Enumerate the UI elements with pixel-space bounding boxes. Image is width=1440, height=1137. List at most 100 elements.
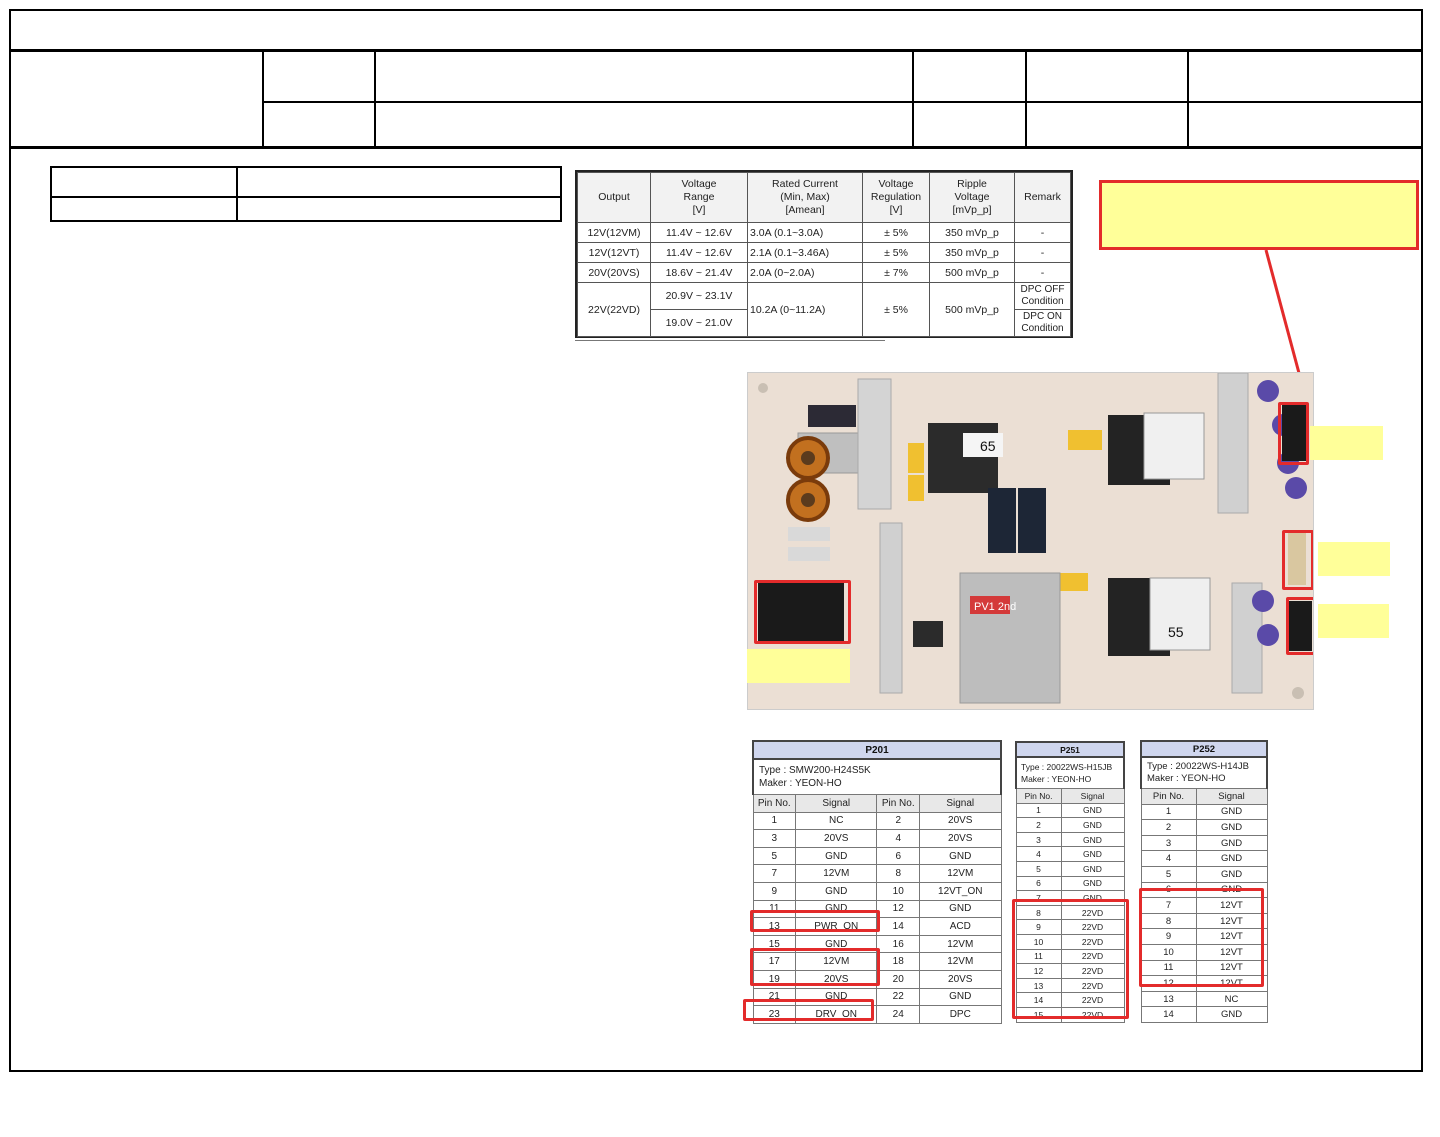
p201-cell: 4 <box>876 829 921 848</box>
p252-cell: GND <box>1195 850 1268 867</box>
spec-cell: 500 mVp_p <box>929 262 1015 283</box>
p251-cell: 4 <box>1015 846 1062 862</box>
spec-cell: DPC ON Condition <box>1014 309 1071 337</box>
header-divider-bottom <box>9 146 1423 149</box>
p201-cell: 12VT_ON <box>919 881 1002 901</box>
spec-cell: 11.4V ~ 12.6V <box>650 222 748 243</box>
p201-cell: 1 <box>752 811 797 831</box>
header-col-1 <box>262 51 264 147</box>
p251-row: 1 GND <box>1015 802 1125 819</box>
p252-cell: 3 <box>1140 834 1197 852</box>
p251-cell: 6 <box>1015 875 1062 892</box>
p251-row: 4 GND <box>1015 846 1125 862</box>
p201-cell: ACD <box>919 917 1002 936</box>
highlight-power-input <box>754 580 851 644</box>
p251-cell: GND <box>1060 846 1125 862</box>
p201-cell: GND <box>795 846 878 866</box>
spec-cell: 10.2A (0~11.2A) <box>747 282 863 337</box>
label-box-input <box>747 649 850 683</box>
p252-type: Type : 20022WS-H14JB <box>1147 761 1249 772</box>
p251-title: P251 <box>1015 741 1125 758</box>
p252-title: P252 <box>1140 740 1268 758</box>
spec-cell: 11.4V ~ 12.6V <box>650 242 748 263</box>
p251-cell: 2 <box>1015 817 1062 833</box>
p201-cell: 6 <box>876 846 921 866</box>
p252-cell: GND <box>1195 1006 1268 1023</box>
spec-cell: - <box>1014 242 1071 263</box>
p251-info: Type : 20022WS-H15JB Maker : YEON-HO <box>1015 756 1125 789</box>
p251-row: 3 GND <box>1015 831 1125 848</box>
p251-row: 2 GND <box>1015 817 1125 833</box>
p201-cell: 12VM <box>919 864 1002 883</box>
p252-row: 14 GND <box>1140 1006 1268 1023</box>
p251-cell: 5 <box>1015 860 1062 877</box>
highlight-connector-bottom <box>1286 597 1313 655</box>
p252-row: 2 GND <box>1140 819 1268 836</box>
p201-row: 9 GND 10 12VT_ON <box>752 881 1002 901</box>
p251-cell: GND <box>1060 860 1125 877</box>
p201-col-signal: Signal <box>919 794 1002 813</box>
header-divider-mid <box>262 101 1423 103</box>
spec-cell: 350 mVp_p <box>929 222 1015 243</box>
spec-row: 20V(20VS) 18.6V ~ 21.4V 2.0A (0~2.0A) ± … <box>577 262 1071 283</box>
highlight-pwr-on <box>750 910 880 932</box>
board-label-65: 65 <box>980 438 996 454</box>
spec-header-current: Rated Current (Min, Max) [Amean] <box>747 172 863 223</box>
p251-cell: 3 <box>1015 831 1062 848</box>
spec-cell: 500 mVp_p <box>929 282 1015 337</box>
spec-cell: - <box>1014 262 1071 283</box>
p252-col-pin: Pin No. <box>1140 788 1197 805</box>
p201-col-signal: Signal <box>795 794 878 813</box>
board-label-pv: PV1 2nd <box>974 601 1016 613</box>
p252-cell: GND <box>1195 803 1268 821</box>
highlight-drv-on <box>743 999 874 1021</box>
p201-cell: 12VM <box>795 864 878 883</box>
p201-cell: GND <box>919 846 1002 866</box>
p201-cell: NC <box>795 811 878 831</box>
p201-cell: 20VS <box>919 969 1002 989</box>
p201-cell: DPC <box>919 1005 1002 1024</box>
spec-cell: - <box>1014 222 1071 243</box>
spec-cell: ± 5% <box>862 282 930 337</box>
highlight-connector-mid <box>1282 530 1313 590</box>
spec-cell: 2.1A (0.1~3.46A) <box>747 242 863 263</box>
spec-underline <box>575 340 885 341</box>
p201-cell: GND <box>919 899 1002 919</box>
p251-type: Type : 20022WS-H15JB <box>1021 762 1113 772</box>
p201-col-pin: Pin No. <box>876 794 921 813</box>
p252-cell: NC <box>1195 990 1268 1008</box>
spec-cell: ± 7% <box>862 262 930 283</box>
p201-cell: 7 <box>752 864 797 883</box>
p252-cell: GND <box>1195 819 1268 836</box>
label-box-top <box>1310 426 1383 460</box>
p252-row: 5 GND <box>1140 865 1268 883</box>
spec-cell: 18.6V ~ 21.4V <box>650 262 748 283</box>
p201-maker: Maker : YEON-HO <box>759 778 842 789</box>
spec-cell: DPC OFF Condition <box>1014 282 1071 310</box>
spec-row: 12V(12VT) 11.4V ~ 12.6V 2.1A (0.1~3.46A)… <box>577 242 1071 263</box>
spec-cell: 12V(12VT) <box>577 242 651 263</box>
spec-cell: ± 5% <box>862 222 930 243</box>
p201-cell: 20VS <box>919 829 1002 848</box>
p252-info: Type : 20022WS-H14JB Maker : YEON-HO <box>1140 756 1268 789</box>
label-box-bottom <box>1318 604 1389 638</box>
spec-cell: 22V(22VD) <box>577 282 651 337</box>
p201-cell: 18 <box>876 952 921 971</box>
highlight-22vd <box>1012 899 1129 1019</box>
spec-cell: 2.0A (0~2.0A) <box>747 262 863 283</box>
p201-cell: 20 <box>876 969 921 989</box>
highlight-12vm-20vs <box>750 948 880 986</box>
p201-cell: 12 <box>876 899 921 919</box>
p201-cell: 12VM <box>919 934 1002 954</box>
p201-cell: GND <box>919 987 1002 1007</box>
p251-col-pin: Pin No. <box>1015 788 1062 804</box>
info-table-col-line <box>236 166 238 222</box>
spec-cell: 350 mVp_p <box>929 242 1015 263</box>
p201-cell: 2 <box>876 811 921 831</box>
header-divider-top <box>9 49 1423 52</box>
p252-cell: 5 <box>1140 865 1197 883</box>
highlight-12vt <box>1139 888 1264 987</box>
p251-cell: GND <box>1060 831 1125 848</box>
p251-cell: GND <box>1060 802 1125 819</box>
p201-cell: 10 <box>876 881 921 901</box>
